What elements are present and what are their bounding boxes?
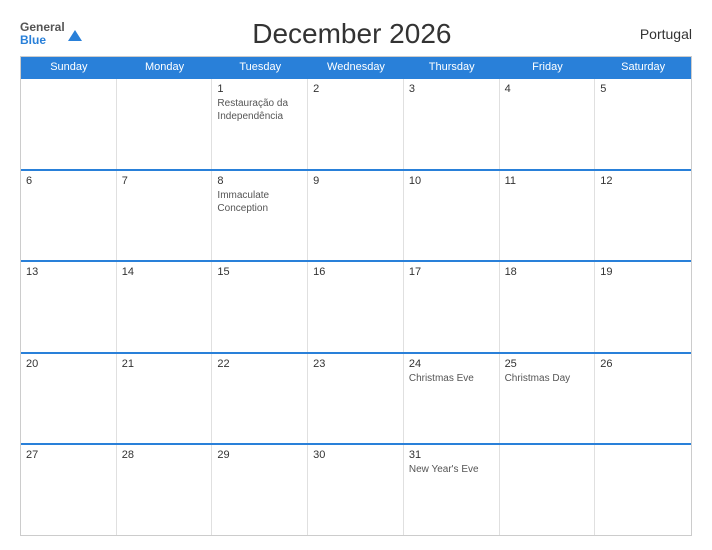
cell-dec-9: 9 [308, 171, 404, 261]
cell-dec-16: 16 [308, 262, 404, 352]
header-wednesday: Wednesday [308, 57, 404, 77]
page-header: General Blue December 2026 Portugal [20, 18, 692, 50]
cell-dec-22: 22 [212, 354, 308, 444]
cell-dec-13: 13 [21, 262, 117, 352]
cell-dec-31: 31 New Year's Eve [404, 445, 500, 535]
header-thursday: Thursday [404, 57, 500, 77]
logo: General Blue [20, 21, 82, 47]
cell-r5-sat [595, 445, 691, 535]
calendar-row-5: 27 28 29 30 31 New Year's Eve [21, 443, 691, 535]
cell-dec-18: 18 [500, 262, 596, 352]
cell-dec-14: 14 [117, 262, 213, 352]
cell-dec-5: 5 [595, 79, 691, 169]
cell-dec-23: 23 [308, 354, 404, 444]
cell-dec-3: 3 [404, 79, 500, 169]
cell-dec-11: 11 [500, 171, 596, 261]
calendar-body: 1 Restauração da Independência 2 3 4 5 [21, 77, 691, 535]
cell-r1-mon [117, 79, 213, 169]
country-label: Portugal [622, 26, 692, 42]
calendar-row-2: 6 7 8 Immaculate Conception 9 10 11 [21, 169, 691, 261]
cell-r5-fri [500, 445, 596, 535]
header-monday: Monday [117, 57, 213, 77]
cell-dec-17: 17 [404, 262, 500, 352]
cell-dec-26: 26 [595, 354, 691, 444]
cell-dec-1: 1 Restauração da Independência [212, 79, 308, 169]
cell-dec-15: 15 [212, 262, 308, 352]
calendar-page: General Blue December 2026 Portugal Sund… [0, 0, 712, 550]
header-saturday: Saturday [595, 57, 691, 77]
calendar-row-4: 20 21 22 23 24 Christmas Eve 25 Christma [21, 352, 691, 444]
cell-dec-24: 24 Christmas Eve [404, 354, 500, 444]
cell-dec-28: 28 [117, 445, 213, 535]
calendar-grid: Sunday Monday Tuesday Wednesday Thursday… [20, 56, 692, 536]
header-friday: Friday [500, 57, 596, 77]
calendar-row-3: 13 14 15 16 17 18 19 [21, 260, 691, 352]
cell-dec-10: 10 [404, 171, 500, 261]
cell-dec-27: 27 [21, 445, 117, 535]
cell-dec-30: 30 [308, 445, 404, 535]
header-sunday: Sunday [21, 57, 117, 77]
cell-dec-8: 8 Immaculate Conception [212, 171, 308, 261]
cell-dec-12: 12 [595, 171, 691, 261]
cell-dec-6: 6 [21, 171, 117, 261]
cell-dec-29: 29 [212, 445, 308, 535]
calendar-header: Sunday Monday Tuesday Wednesday Thursday… [21, 57, 691, 77]
cell-dec-7: 7 [117, 171, 213, 261]
cell-dec-2: 2 [308, 79, 404, 169]
cell-dec-21: 21 [117, 354, 213, 444]
cell-dec-20: 20 [21, 354, 117, 444]
cell-dec-25: 25 Christmas Day [500, 354, 596, 444]
calendar-row-1: 1 Restauração da Independência 2 3 4 5 [21, 77, 691, 169]
header-tuesday: Tuesday [212, 57, 308, 77]
cell-r1-sun [21, 79, 117, 169]
cell-dec-19: 19 [595, 262, 691, 352]
logo-blue-text: Blue [20, 34, 65, 47]
cell-dec-4: 4 [500, 79, 596, 169]
month-title: December 2026 [82, 18, 622, 50]
